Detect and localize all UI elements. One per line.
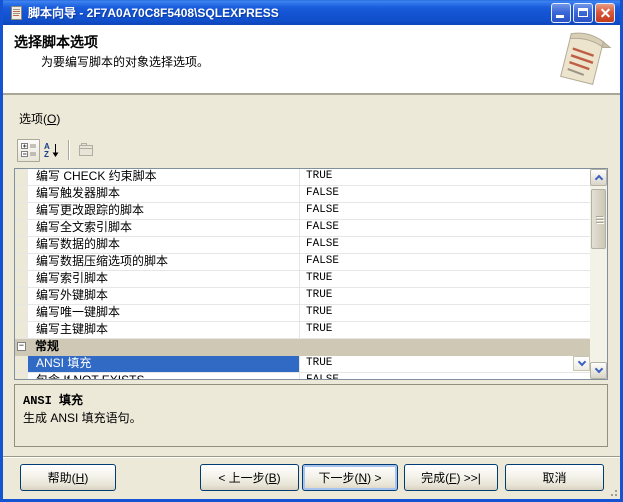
back-button[interactable]: < 上一步(B) [200, 464, 299, 491]
window-title: 脚本向导 - 2F7A0A70C8F5408\SQLEXPRESS [28, 4, 279, 21]
scroll-up-button[interactable] [590, 169, 607, 186]
alphabetical-sort-icon: A Z [44, 142, 60, 158]
grid-body: 编写 CHECK 约束脚本 TRUE 编写触发器脚本 FALSE 编写更改跟踪的… [15, 169, 590, 379]
script-scroll-icon [550, 27, 614, 91]
description-panel: ANSI 填充 生成 ANSI 填充语句。 [14, 384, 608, 447]
option-value: FALSE [300, 373, 590, 379]
property-pages-button [74, 139, 97, 162]
chevron-down-icon [594, 365, 602, 373]
options-property-grid: 编写 CHECK 约束脚本 TRUE 编写触发器脚本 FALSE 编写更改跟踪的… [14, 168, 608, 380]
option-value: FALSE [300, 203, 590, 219]
next-button[interactable]: 下一步(N) > [302, 464, 398, 491]
option-name: 编写索引脚本 [28, 271, 300, 287]
option-value: FALSE [300, 254, 590, 270]
scroll-down-button[interactable] [590, 362, 607, 379]
option-name: 编写数据的脚本 [28, 237, 300, 253]
option-name: 编写 CHECK 约束脚本 [28, 169, 300, 185]
option-name: 编写外键脚本 [28, 288, 300, 304]
option-row[interactable]: 编写数据的脚本 FALSE [15, 237, 590, 254]
option-row[interactable]: 编写数据压缩选项的脚本 FALSE [15, 254, 590, 271]
option-name: 包含 If NOT EXISTS [28, 373, 300, 379]
app-icon [8, 5, 24, 21]
script-wizard-dialog: 脚本向导 - 2F7A0A70C8F5408\SQLEXPRESS 选择脚本选项… [0, 0, 623, 502]
option-name: 编写触发器脚本 [28, 186, 300, 202]
category-row-general[interactable]: − 常规 [15, 339, 590, 356]
option-name: 编写唯一键脚本 [28, 305, 300, 321]
resize-grip[interactable] [608, 487, 618, 497]
option-name: 编写更改跟踪的脚本 [28, 203, 300, 219]
option-row[interactable]: 编写主键脚本 TRUE [15, 322, 590, 339]
page-subtitle: 为要编写脚本的对象选择选项。 [41, 53, 209, 70]
maximize-icon [578, 8, 588, 17]
description-title: ANSI 填充 [23, 391, 83, 408]
minimize-button[interactable] [551, 3, 571, 23]
page-title: 选择脚本选项 [14, 32, 98, 52]
selected-option-row[interactable]: ANSI 填充 TRUE [15, 356, 590, 373]
option-value: FALSE [300, 186, 590, 202]
footer-separator [3, 456, 620, 458]
option-name: 编写全文索引脚本 [28, 220, 300, 236]
option-value[interactable]: TRUE [300, 356, 590, 372]
option-row[interactable]: 编写外键脚本 TRUE [15, 288, 590, 305]
options-label: 选项(O) [19, 110, 60, 127]
grid-scrollbar[interactable] [590, 169, 607, 379]
titlebar[interactable]: 脚本向导 - 2F7A0A70C8F5408\SQLEXPRESS [3, 0, 620, 25]
option-value: TRUE [300, 271, 590, 287]
collapse-icon[interactable]: − [17, 342, 26, 351]
option-name: 编写数据压缩选项的脚本 [28, 254, 300, 270]
description-text: 生成 ANSI 填充语句。 [23, 409, 142, 426]
option-row[interactable]: 编写触发器脚本 FALSE [15, 186, 590, 203]
option-row[interactable]: 编写全文索引脚本 FALSE [15, 220, 590, 237]
option-row[interactable]: 编写索引脚本 TRUE [15, 271, 590, 288]
chevron-down-icon [577, 358, 585, 366]
value-dropdown-button[interactable] [573, 356, 590, 371]
option-name: 编写主键脚本 [28, 322, 300, 338]
chevron-up-icon [594, 175, 602, 183]
close-button[interactable] [595, 3, 615, 23]
option-row[interactable]: 编写更改跟踪的脚本 FALSE [15, 203, 590, 220]
option-row[interactable]: 编写唯一键脚本 TRUE [15, 305, 590, 322]
toolbar-separator [68, 140, 69, 160]
svg-text:Z: Z [44, 150, 49, 158]
maximize-button[interactable] [573, 3, 593, 23]
categorized-view-button[interactable] [17, 139, 40, 162]
option-value: TRUE [300, 305, 590, 321]
option-value: FALSE [300, 220, 590, 236]
wizard-header: 选择脚本选项 为要编写脚本的对象选择选项。 [3, 25, 620, 95]
scrollbar-thumb[interactable] [591, 189, 606, 249]
option-value: TRUE [300, 288, 590, 304]
grid-toolbar: A Z [17, 138, 97, 162]
thumb-grip-icon [596, 216, 603, 217]
option-value: TRUE [300, 322, 590, 338]
property-pages-icon [78, 142, 94, 158]
cancel-button[interactable]: 取消 [505, 464, 604, 491]
option-row[interactable]: 包含 If NOT EXISTS FALSE [15, 373, 590, 379]
option-value: FALSE [300, 237, 590, 253]
categorized-icon [21, 142, 37, 158]
minimize-icon [556, 15, 564, 18]
finish-button[interactable]: 完成(F) >>| [404, 464, 498, 491]
alphabetical-sort-button[interactable]: A Z [40, 139, 63, 162]
option-name: ANSI 填充 [28, 356, 300, 372]
option-row[interactable]: 编写 CHECK 约束脚本 TRUE [15, 169, 590, 186]
option-value: TRUE [300, 169, 590, 185]
help-button[interactable]: 帮助(H) [20, 464, 116, 491]
category-label: 常规 [28, 339, 59, 355]
